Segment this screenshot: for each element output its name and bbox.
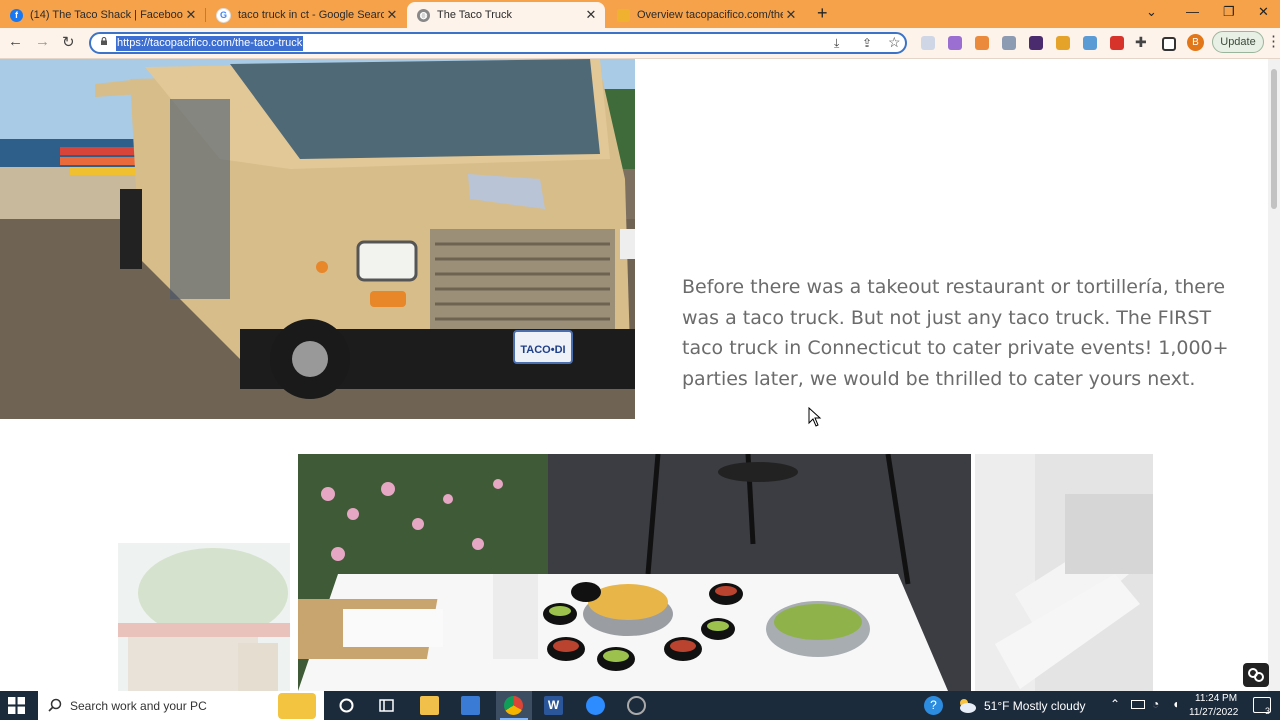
tab-title: The Taco Truck <box>437 9 512 21</box>
zoom-icon[interactable] <box>586 696 605 715</box>
search-icon <box>48 698 62 712</box>
faded-truck-photo <box>118 543 290 691</box>
chrome-icon <box>504 696 523 715</box>
weather-text[interactable]: 51°F Mostly cloudy <box>984 699 1086 713</box>
tab-facebook[interactable]: f (14) The Taco Shack | Facebook ✕ <box>0 2 205 28</box>
menu-icon[interactable]: ⋮ <box>1266 32 1280 50</box>
license-plate-text: TACO•DI <box>520 344 565 356</box>
taco-truck-photo: TACO•DI <box>0 59 635 419</box>
close-tab-icon[interactable]: ✕ <box>783 7 799 23</box>
profile-avatar[interactable]: B <box>1187 34 1204 51</box>
taskbar-search-placeholder: Search work and your PC <box>70 699 207 713</box>
tab-title: taco truck in ct - Google Search <box>238 9 384 21</box>
forward-icon[interactable]: → <box>35 33 50 50</box>
facebook-icon: f <box>10 8 23 22</box>
task-view-icon[interactable] <box>377 696 396 715</box>
share-icon[interactable]: ⇪ <box>862 36 872 50</box>
tab-overview[interactable]: Overview tacopacifico.com/the-t... ✕ <box>607 2 805 28</box>
taskbar-search-box[interactable]: Search work and your PC <box>38 691 324 720</box>
battery-icon[interactable] <box>1131 700 1145 709</box>
extension-icon[interactable] <box>975 36 989 50</box>
weather-cloud-icon[interactable] <box>956 696 976 715</box>
floating-link-button[interactable] <box>1243 663 1269 687</box>
wifi-icon[interactable]: ◔ <box>1152 697 1159 711</box>
back-icon[interactable]: ← <box>8 33 23 50</box>
side-panel-icon[interactable] <box>1162 37 1176 51</box>
new-tab-icon[interactable]: + <box>817 3 828 24</box>
close-tab-icon[interactable]: ✕ <box>183 7 199 23</box>
tab-strip: f (14) The Taco Shack | Facebook ✕ G tac… <box>0 0 1280 28</box>
extension-cube-icon[interactable] <box>948 36 962 50</box>
lock-icon <box>101 37 107 45</box>
extension-icon[interactable] <box>1110 36 1124 50</box>
show-hidden-icons[interactable]: ⌃ <box>1110 697 1120 711</box>
scrollbar-thumb[interactable] <box>1271 69 1277 209</box>
extension-icon[interactable] <box>1029 36 1043 50</box>
volume-icon[interactable]: ◖ <box>1172 697 1179 711</box>
search-highlight-icon <box>278 693 316 719</box>
tab-search-chevron-icon[interactable]: ⌄ <box>1146 4 1157 20</box>
camera-extension-icon[interactable] <box>1002 36 1016 50</box>
extension-icon[interactable] <box>1056 36 1070 50</box>
word-icon[interactable]: W <box>544 696 563 715</box>
file-explorer-icon[interactable] <box>420 696 439 715</box>
puzzle-icon[interactable]: ✚ <box>1135 34 1147 51</box>
close-window-icon[interactable]: ✕ <box>1258 4 1269 20</box>
notification-count: 3 <box>1265 706 1271 716</box>
windows-start-icon[interactable] <box>8 697 25 714</box>
tab-title: (14) The Taco Shack | Facebook <box>30 9 183 21</box>
tab-the-taco-truck[interactable]: ◍ The Taco Truck ✕ <box>407 2 605 28</box>
mouse-cursor-icon <box>808 407 822 427</box>
help-icon[interactable]: ? <box>924 696 943 715</box>
bookmark-icon <box>617 8 630 22</box>
close-tab-icon[interactable]: ✕ <box>583 7 599 23</box>
taco-truck-description: Before there was a takeout restaurant or… <box>682 276 1229 390</box>
browser-toolbar: ← → ↻ https://tacopacifico.com/the-taco-… <box>0 28 1280 59</box>
clock-date[interactable]: 11/27/2022 <box>1189 707 1238 718</box>
bookmark-star-icon[interactable]: ☆ <box>888 34 901 51</box>
google-icon: G <box>216 7 231 23</box>
url-text[interactable]: https://tacopacifico.com/the-taco-truck <box>116 36 304 51</box>
page-scrollbar[interactable] <box>1268 59 1280 691</box>
globe-icon: ◍ <box>417 8 430 22</box>
tab-google-search[interactable]: G taco truck in ct - Google Search ✕ <box>206 2 406 28</box>
address-bar[interactable]: https://tacopacifico.com/the-taco-truck … <box>89 32 907 54</box>
maximize-icon[interactable]: ❐ <box>1223 4 1235 20</box>
tab-title: Overview tacopacifico.com/the-t... <box>637 9 783 21</box>
windows-taskbar: Search work and your PC W ? 51°F Mostly … <box>0 691 1280 720</box>
reload-icon[interactable]: ↻ <box>62 33 75 51</box>
update-button[interactable]: Update <box>1212 31 1264 53</box>
cortana-icon[interactable] <box>337 696 356 715</box>
clock-time[interactable]: 11:24 PM <box>1195 693 1237 704</box>
faded-food-photo <box>975 454 1153 691</box>
link-icon <box>1248 668 1264 682</box>
microsoft-store-icon[interactable] <box>461 696 480 715</box>
link-extension-icon[interactable] <box>1083 36 1097 50</box>
app-icon[interactable] <box>627 696 646 715</box>
extension-icon[interactable] <box>921 36 935 50</box>
close-tab-icon[interactable]: ✕ <box>384 7 400 23</box>
page-content: TACO•DI Before there was a takeout resta… <box>0 59 1280 691</box>
install-icon[interactable]: ⤓ <box>834 36 839 51</box>
update-label: Update <box>1220 36 1256 48</box>
chrome-taskbar-active[interactable] <box>496 691 532 720</box>
food-table-photo <box>298 454 971 691</box>
minimize-icon[interactable]: — <box>1186 4 1199 19</box>
